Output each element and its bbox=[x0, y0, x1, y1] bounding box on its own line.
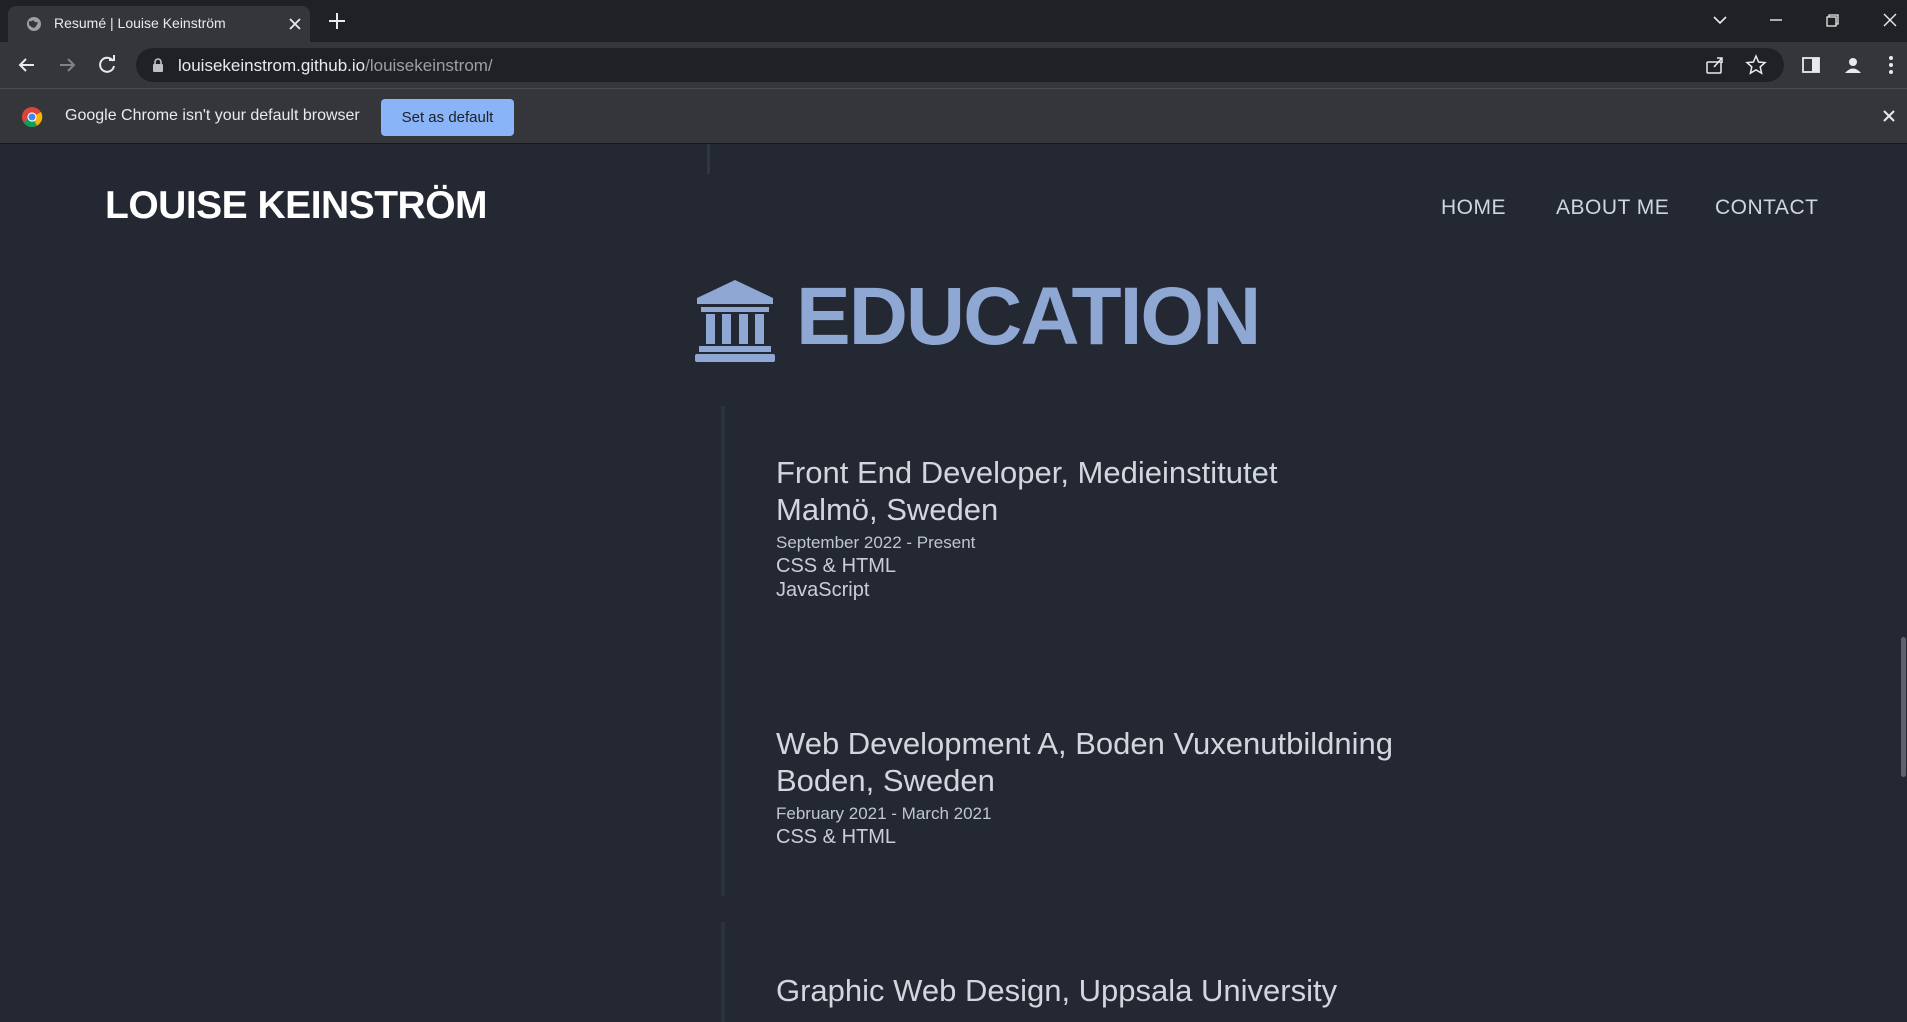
timeline-line bbox=[707, 144, 710, 174]
entry-dates: February 2021 - March 2021 bbox=[776, 804, 992, 823]
education-entry: Graphic Web Design, Uppsala University bbox=[776, 972, 1337, 1009]
close-tab-icon[interactable] bbox=[284, 13, 306, 35]
url-text[interactable]: louisekeinstrom.github.io/louisekeinstro… bbox=[178, 56, 493, 76]
tab-strip: Resumé | Louise Keinström bbox=[0, 0, 1907, 42]
nav-home[interactable]: HOME bbox=[1441, 196, 1506, 220]
timeline-line bbox=[721, 922, 725, 1022]
window-close-icon[interactable] bbox=[1876, 6, 1904, 34]
menu-dots-icon[interactable] bbox=[1880, 54, 1902, 76]
lock-icon[interactable] bbox=[152, 58, 164, 72]
browser-toolbar: louisekeinstrom.github.io/louisekeinstro… bbox=[0, 42, 1907, 88]
entry-skill: CSS & HTML bbox=[776, 555, 897, 577]
chrome-logo-icon bbox=[22, 107, 43, 128]
entry-dates: September 2022 - Present bbox=[776, 533, 976, 552]
university-icon bbox=[695, 280, 775, 362]
bookmark-star-icon[interactable] bbox=[1745, 54, 1767, 76]
profile-icon[interactable] bbox=[1842, 54, 1864, 76]
entry-skill: CSS & HTML bbox=[776, 826, 897, 848]
reload-icon[interactable] bbox=[94, 52, 120, 78]
globe-icon bbox=[27, 17, 41, 31]
url-host: louisekeinstrom.github.io bbox=[178, 56, 366, 75]
webpage: LOUISE KEINSTRÖM HOME ABOUT ME CONTACT E… bbox=[0, 144, 1907, 1022]
education-entry: Front End Developer, Medieinstitutet Mal… bbox=[776, 454, 1277, 602]
new-tab-icon[interactable] bbox=[326, 10, 348, 32]
url-path: /louisekeinstrom/ bbox=[365, 56, 493, 75]
entry-title: Web Development A, Boden Vuxenutbildning bbox=[776, 726, 1393, 761]
education-entry: Web Development A, Boden Vuxenutbildning… bbox=[776, 725, 1393, 849]
entry-location: Boden, Sweden bbox=[776, 763, 995, 798]
entry-skill: JavaScript bbox=[776, 579, 870, 601]
default-browser-infobar: Google Chrome isn't your default browser… bbox=[0, 88, 1907, 144]
tab-title: Resumé | Louise Keinström bbox=[54, 15, 226, 31]
side-panel-icon[interactable] bbox=[1800, 54, 1822, 76]
entry-location: Malmö, Sweden bbox=[776, 492, 999, 527]
minimize-icon[interactable] bbox=[1762, 6, 1790, 34]
infobar-message: Google Chrome isn't your default browser bbox=[65, 107, 360, 124]
timeline-line bbox=[721, 676, 725, 896]
scrollbar[interactable] bbox=[1900, 144, 1907, 1022]
nav-contact[interactable]: CONTACT bbox=[1715, 196, 1818, 220]
scrollbar-thumb[interactable] bbox=[1901, 637, 1906, 777]
address-bar[interactable]: louisekeinstrom.github.io/louisekeinstro… bbox=[136, 48, 1784, 82]
site-brand[interactable]: LOUISE KEINSTRÖM bbox=[105, 184, 488, 228]
set-as-default-button[interactable]: Set as default bbox=[381, 99, 514, 136]
education-heading: EDUCATION bbox=[796, 271, 1261, 362]
nav-about-me[interactable]: ABOUT ME bbox=[1556, 196, 1669, 220]
close-infobar-icon[interactable] bbox=[1879, 106, 1899, 126]
entry-title: Graphic Web Design, Uppsala University bbox=[776, 973, 1338, 1008]
tab-search-chevron-icon[interactable] bbox=[1706, 6, 1734, 34]
back-arrow-icon[interactable] bbox=[14, 52, 40, 78]
share-icon[interactable] bbox=[1704, 54, 1726, 76]
restore-icon[interactable] bbox=[1818, 6, 1846, 34]
browser-tab[interactable]: Resumé | Louise Keinström bbox=[8, 6, 310, 42]
entry-title: Front End Developer, Medieinstitutet bbox=[776, 455, 1278, 490]
forward-arrow-icon[interactable] bbox=[54, 52, 80, 78]
